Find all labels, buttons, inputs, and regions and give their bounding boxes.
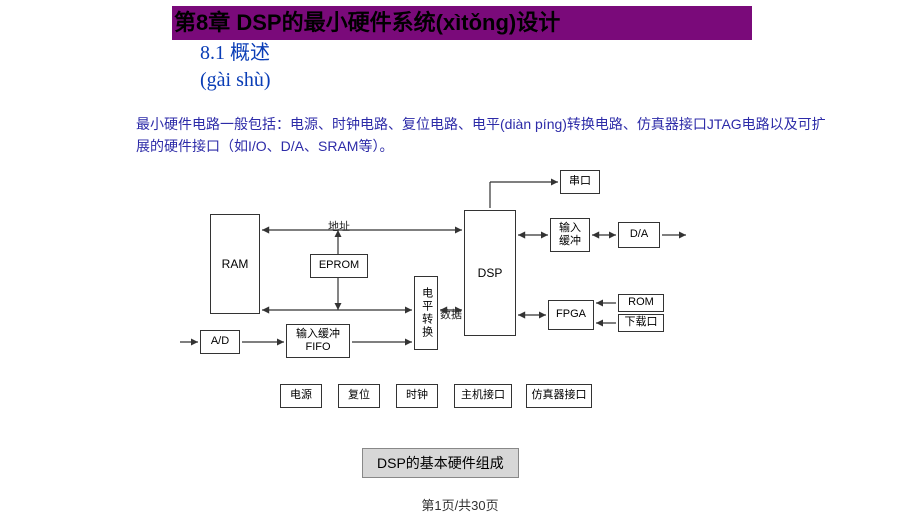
label-address: 地址	[328, 218, 350, 234]
subtitle-line2: (gài shù)	[200, 67, 271, 94]
block-level-shift: 电平转换	[414, 276, 438, 350]
block-serial: 串口	[560, 170, 600, 194]
block-power: 电源	[280, 384, 322, 408]
block-input-fifo: 输入缓冲 FIFO	[286, 324, 350, 358]
subtitle-line1: 8.1 概述	[200, 40, 271, 67]
block-diagram: 串口 RAM EPROM DSP 输入 缓冲 D/A 电平转换 FPGA ROM…	[180, 160, 740, 440]
block-clock: 时钟	[396, 384, 438, 408]
block-ram: RAM	[210, 214, 260, 314]
block-da: D/A	[618, 222, 660, 248]
block-reset: 复位	[338, 384, 380, 408]
block-host: 主机接口	[454, 384, 512, 408]
block-fpga: FPGA	[548, 300, 594, 330]
section-subtitle: 8.1 概述 (gài shù)	[200, 40, 271, 94]
block-emulator: 仿真器接口	[526, 384, 592, 408]
label-data: 数据	[440, 306, 462, 322]
block-rom: ROM	[618, 294, 664, 312]
block-eprom: EPROM	[310, 254, 368, 278]
description-text: 最小硬件电路一般包括：电源、时钟电路、复位电路、电平(diàn píng)转换电…	[136, 114, 836, 157]
diagram-caption: DSP的基本硬件组成	[362, 448, 519, 478]
block-dsp: DSP	[464, 210, 516, 336]
block-input-buffer: 输入 缓冲	[550, 218, 590, 252]
block-ad: A/D	[200, 330, 240, 354]
block-download: 下载口	[618, 314, 664, 332]
page-indicator: 第1页/共30页	[0, 495, 920, 514]
page-title: 第8章 DSP的最小硬件系统(xìtǒng)设计	[172, 6, 752, 40]
